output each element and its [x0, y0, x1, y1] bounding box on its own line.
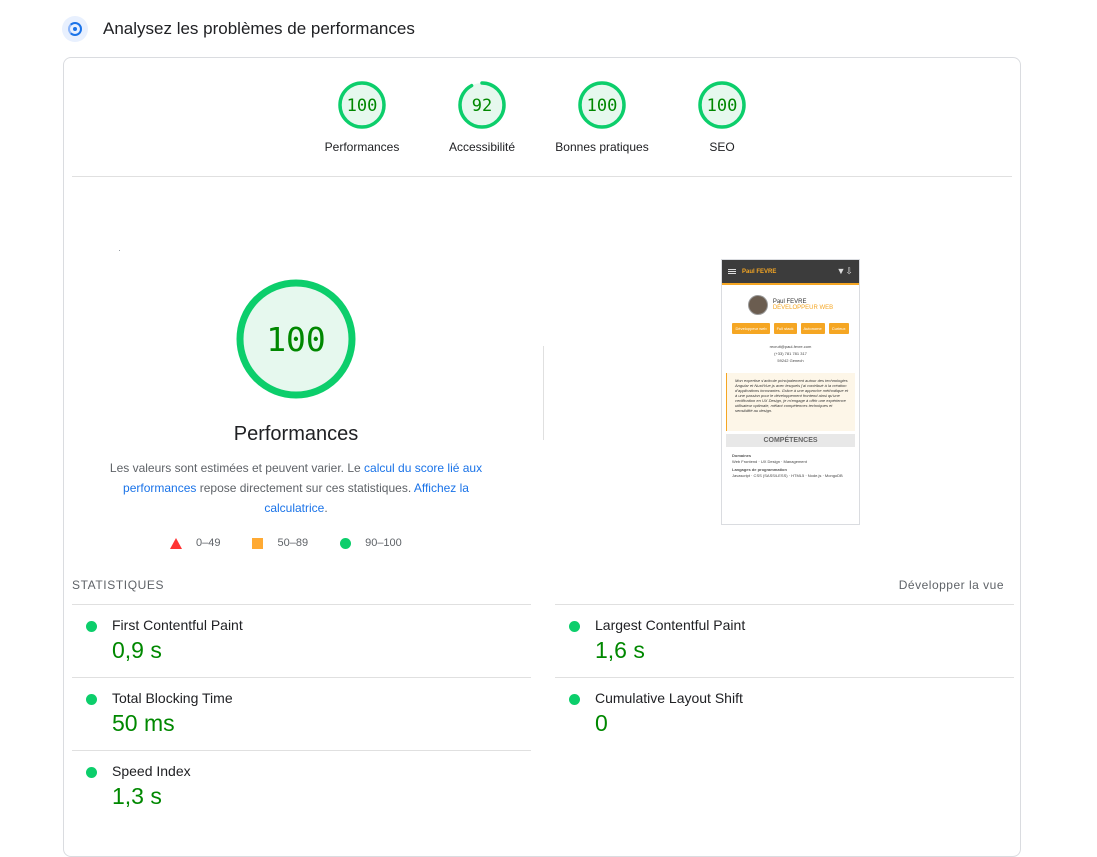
skills-list: Web Frontend · UX Design · Management [732, 459, 807, 464]
avatar [747, 295, 768, 315]
metric-name: Speed Index [112, 763, 191, 779]
metric-lcp: Largest Contentful Paint 1,6 s [555, 604, 1014, 677]
screenshot-tag: Curieux [828, 323, 849, 334]
legend-pass: 90–100 [340, 537, 402, 549]
lighthouse-gauge-icon [62, 16, 88, 42]
report-card: 100 Performances 92 Accessibilité 100 Bo… [63, 57, 1021, 857]
category-gauges: 100 Performances 92 Accessibilité 100 Bo… [64, 80, 1020, 154]
legend-label: 50–89 [277, 537, 309, 549]
score-gauge-ring: 100 [698, 81, 746, 129]
gauge-accessibility[interactable]: 92 Accessibilité [422, 80, 542, 154]
screenshot-tags: Développeur web Full stack Autonome Curi… [722, 323, 859, 334]
triangle-icon [170, 537, 182, 549]
screenshot-bio: Mon expertise s'articule principalement … [726, 373, 855, 431]
stats-title: STATISTIQUES [72, 578, 165, 592]
filter-download-icons: ▼⇩ [836, 266, 853, 276]
screenshot-profile: Paul FEVRE DÉVELOPPEUR WEB [722, 295, 859, 315]
skills-list: Javascript · CSS (SASS/LESS) · HTML5 · N… [732, 473, 843, 478]
screenshot-section-title: COMPÉTENCES [726, 434, 855, 447]
screenshot-site-name: Paul FEVRE [742, 268, 777, 275]
gauge-label: SEO [709, 140, 735, 154]
screenshot-skills: Domaines Web Frontend · UX Design · Mana… [722, 447, 859, 479]
metric-fcp: First Contentful Paint 0,9 s [72, 604, 531, 677]
legend-fail: 0–49 [170, 537, 220, 549]
hamburger-menu-icon [728, 269, 736, 274]
performance-title: Performances [233, 423, 359, 445]
gauge-seo[interactable]: 100 SEO [662, 80, 782, 154]
screenshot-tag: Autonome [800, 323, 825, 334]
gauge-label: Accessibilité [448, 140, 516, 154]
pass-circle-icon [86, 621, 97, 632]
section-header: Analysez les problèmes de performances [62, 14, 415, 44]
gauge-best-practices[interactable]: 100 Bonnes pratiques [542, 80, 662, 154]
performance-description: Les valeurs sont estimées et peuvent var… [104, 458, 488, 518]
metric-cls: Cumulative Layout Shift 0 [555, 677, 1014, 750]
expand-view-button[interactable]: Développer la vue [899, 578, 1004, 592]
decorative-dot [119, 250, 120, 251]
metric-name: Total Blocking Time [112, 690, 233, 706]
screenshot-navbar: Paul FEVRE ▼⇩ [722, 260, 859, 285]
score-gauge-ring: 100 [578, 81, 626, 129]
metric-value: 50 ms [112, 710, 175, 736]
gauge-label: Performances [324, 140, 400, 154]
gauge-score: 92 [472, 96, 492, 116]
screenshot-email: recruit@paul-fevre.com [769, 344, 812, 349]
metric-name: First Contentful Paint [112, 617, 243, 633]
metric-value: 0 [595, 710, 608, 736]
metric-value: 1,6 s [595, 637, 645, 663]
desc-text: repose directement sur ces statistiques. [196, 481, 414, 495]
pass-circle-icon [86, 694, 97, 705]
section-title: Analysez les problèmes de performances [103, 19, 415, 38]
performance-score: 100 [266, 320, 326, 359]
gauge-score: 100 [707, 96, 738, 116]
gauge-score: 100 [587, 96, 618, 116]
vertical-divider [543, 346, 544, 440]
screenshot-phone: (+33) 781 781 317 [774, 351, 807, 356]
metric-speed-index: Speed Index 1,3 s [72, 750, 531, 823]
screenshot-tag: Développeur web [732, 323, 770, 334]
screenshot-location: 59242 Genech [777, 358, 804, 363]
performance-big-gauge: 100 [236, 279, 356, 399]
circle-icon [340, 537, 352, 549]
gauge-performance[interactable]: 100 Performances [302, 80, 422, 154]
pass-circle-icon [86, 767, 97, 778]
screenshot-contacts: recruit@paul-fevre.com (+33) 781 781 317… [722, 343, 859, 364]
metric-name: Cumulative Layout Shift [595, 690, 743, 706]
legend-label: 90–100 [365, 537, 402, 549]
score-gauge-ring: 92 [458, 81, 506, 129]
gauge-score: 100 [347, 96, 378, 116]
screenshot-role: DÉVELOPPEUR WEB [772, 305, 834, 311]
metric-value: 0,9 s [112, 637, 162, 663]
score-legend: 0–49 50–89 90–100 [170, 537, 434, 549]
gauge-label: Bonnes pratiques [555, 140, 649, 154]
divider [72, 176, 1012, 177]
score-gauge-ring: 100 [338, 81, 386, 129]
metric-value: 1,3 s [112, 783, 162, 809]
legend-average: 50–89 [252, 537, 308, 549]
metric-tbt: Total Blocking Time 50 ms [72, 677, 531, 750]
page-screenshot[interactable]: Paul FEVRE ▼⇩ Paul FEVRE DÉVELOPPEUR WEB… [721, 259, 860, 525]
legend-label: 0–49 [196, 537, 221, 549]
pass-circle-icon [569, 694, 580, 705]
screenshot-tag: Full stack [773, 323, 797, 334]
square-icon [252, 537, 264, 549]
pass-circle-icon [569, 621, 580, 632]
metric-name: Largest Contentful Paint [595, 617, 746, 633]
desc-text: Les valeurs sont estimées et peuvent var… [109, 461, 365, 475]
desc-text: . [324, 501, 328, 515]
